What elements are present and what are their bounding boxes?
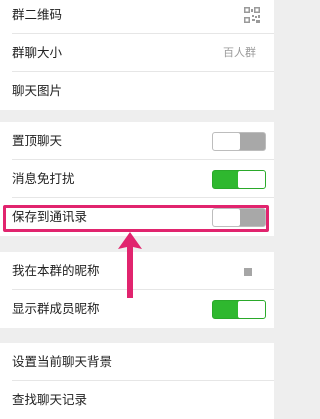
row-label: 消息免打扰 (12, 171, 75, 186)
group-size-value: 百人群 (223, 46, 256, 59)
row-pin-chat: 置顶聊天 (0, 122, 274, 160)
qr-code-icon (244, 7, 260, 23)
show-member-nicknames-toggle[interactable] (212, 300, 266, 319)
row-label: 置顶聊天 (12, 133, 63, 148)
row-group-size[interactable]: 群聊大小 百人群 (0, 34, 274, 72)
arrow-up-icon (118, 232, 142, 298)
row-save-to-contacts: 保存到通讯录 (0, 198, 274, 236)
row-mute-notifications: 消息免打扰 (0, 160, 274, 198)
row-label: 我在本群的昵称 (12, 263, 100, 278)
toggle-knob (213, 209, 240, 226)
row-search-chat-history[interactable]: 查找聊天记录 (0, 381, 274, 419)
save-to-contacts-toggle[interactable] (212, 208, 266, 227)
row-label: 查找聊天记录 (12, 392, 88, 407)
row-label: 群聊大小 (12, 45, 63, 60)
group-chat-settings-screen: 群二维码 群聊大小 百人群 聊天图片 置顶聊天 消息免打扰 保存到通讯录 我在本… (0, 0, 274, 419)
pin-chat-toggle[interactable] (212, 132, 266, 151)
row-label: 保存到通讯录 (12, 209, 88, 224)
toggle-knob (238, 301, 265, 318)
toggle-knob (213, 133, 240, 150)
row-group-qrcode[interactable]: 群二维码 (0, 0, 274, 34)
row-label: 显示群成员昵称 (12, 301, 100, 316)
mute-notifications-toggle[interactable] (212, 170, 266, 189)
row-set-chat-background[interactable]: 设置当前聊天背景 (0, 343, 274, 381)
toggle-knob (238, 171, 265, 188)
row-label: 群二维码 (12, 7, 63, 22)
row-chat-images[interactable]: 聊天图片 (0, 72, 274, 110)
nickname-placeholder-icon (244, 268, 252, 276)
row-label: 聊天图片 (12, 83, 63, 98)
row-label: 设置当前聊天背景 (12, 354, 113, 369)
